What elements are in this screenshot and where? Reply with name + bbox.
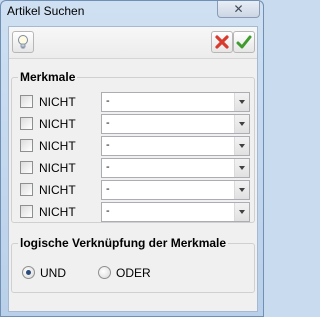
nicht-checkbox[interactable] xyxy=(20,161,33,174)
merkmal-row: NICHT - xyxy=(20,158,250,178)
nicht-checkbox[interactable] xyxy=(20,183,33,196)
verknuepfung-group: logische Verknüpfung der Merkmale UND OD… xyxy=(11,236,255,293)
und-radio[interactable] xyxy=(22,266,35,279)
title-bar[interactable]: Artikel Suchen ✕ xyxy=(1,1,263,23)
merkmal-select[interactable]: - xyxy=(101,158,250,178)
merkmal-row: NICHT - xyxy=(20,136,250,156)
nicht-checkbox[interactable] xyxy=(20,95,33,108)
nicht-label[interactable]: NICHT xyxy=(39,95,76,109)
merkmal-row: NICHT - xyxy=(20,180,250,200)
merkmal-select-value: - xyxy=(106,205,110,217)
merkmal-select-value: - xyxy=(106,95,110,107)
cancel-button[interactable] xyxy=(211,31,233,53)
red-x-icon xyxy=(215,35,229,49)
nicht-checkbox[interactable] xyxy=(20,117,33,130)
merkmal-select-value: - xyxy=(106,161,110,173)
chevron-down-icon[interactable] xyxy=(234,93,249,111)
merkmale-group: Merkmale NICHT - NICHT - NICHT - NICHT -… xyxy=(11,70,255,223)
info-button[interactable] xyxy=(12,31,34,53)
verknuepfung-group-label: logische Verknüpfung der Merkmale xyxy=(18,236,229,250)
confirm-button[interactable] xyxy=(233,31,255,53)
merkmal-select[interactable]: - xyxy=(101,202,250,222)
nicht-checkbox[interactable] xyxy=(20,139,33,152)
merkmal-select-value: - xyxy=(106,139,110,151)
radio-und[interactable]: UND xyxy=(22,264,82,282)
merkmal-row: NICHT - xyxy=(20,92,250,112)
close-icon: ✕ xyxy=(233,2,244,16)
dialog-window: Artikel Suchen ✕ Merkmale NICHT - NICHT … xyxy=(0,0,264,317)
nicht-label[interactable]: NICHT xyxy=(39,117,76,131)
toolbar xyxy=(9,27,257,59)
window-title: Artikel Suchen xyxy=(7,4,85,18)
merkmal-select[interactable]: - xyxy=(101,114,250,134)
chevron-down-icon[interactable] xyxy=(234,203,249,221)
merkmal-select-value: - xyxy=(106,183,110,195)
merkmal-select-value: - xyxy=(106,117,110,129)
merkmal-select[interactable]: - xyxy=(101,180,250,200)
nicht-checkbox[interactable] xyxy=(20,205,33,218)
chevron-down-icon[interactable] xyxy=(234,137,249,155)
lightbulb-icon xyxy=(18,35,28,49)
nicht-label[interactable]: NICHT xyxy=(39,205,76,219)
radio-oder[interactable]: ODER xyxy=(98,264,168,282)
close-button[interactable]: ✕ xyxy=(217,1,260,18)
merkmal-select[interactable]: - xyxy=(101,136,250,156)
und-label[interactable]: UND xyxy=(40,266,66,280)
chevron-down-icon[interactable] xyxy=(234,181,249,199)
chevron-down-icon[interactable] xyxy=(234,159,249,177)
oder-radio[interactable] xyxy=(98,266,111,279)
oder-label[interactable]: ODER xyxy=(116,266,151,280)
merkmal-row: NICHT - xyxy=(20,202,250,222)
merkmal-select[interactable]: - xyxy=(101,92,250,112)
dialog-content: Merkmale NICHT - NICHT - NICHT - NICHT -… xyxy=(8,26,258,312)
merkmale-group-label: Merkmale xyxy=(18,70,78,84)
nicht-label[interactable]: NICHT xyxy=(39,183,76,197)
nicht-label[interactable]: NICHT xyxy=(39,139,76,153)
green-check-icon xyxy=(236,35,252,49)
chevron-down-icon[interactable] xyxy=(234,115,249,133)
merkmal-row: NICHT - xyxy=(20,114,250,134)
nicht-label[interactable]: NICHT xyxy=(39,161,76,175)
